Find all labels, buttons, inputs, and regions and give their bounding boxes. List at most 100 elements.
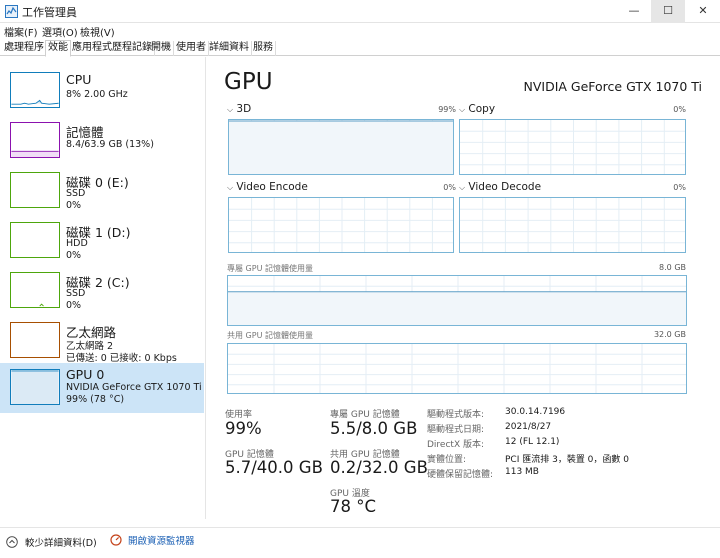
menu-options[interactable]: 選項(O) [42, 24, 78, 39]
physical-location-value: PCI 匯流排 3，裝置 0，函數 0 [505, 455, 629, 465]
sidebar-throughput: 已傳送: 0 已接收: 0 Kbps [66, 353, 177, 364]
dedicated-memory-plot [228, 276, 686, 325]
engine-graph-copy [459, 119, 686, 175]
tab-users[interactable]: 使用者 [174, 41, 209, 56]
window-title: 工作管理員 [22, 6, 77, 19]
hardware-reserved-memory-key: 硬體保留記憶體: [427, 470, 494, 480]
disk-thumbnail-graph [10, 222, 60, 258]
footer-bar: 較少詳細資料(D) 開啟資源監視器 [0, 527, 720, 558]
engine-selector-copy[interactable]: ⌵ Copy [459, 103, 495, 115]
sidebar-usage: 0% [66, 250, 82, 261]
maximize-button[interactable]: ☐ [651, 0, 685, 23]
sidebar-item-ethernet[interactable]: 乙太網路 乙太網路 2 已傳送: 0 已接收: 0 Kbps [0, 316, 204, 366]
dedicated-memory-label: 專屬 GPU 記憶體使用量 [227, 264, 313, 273]
gpu-memory-stat-value: 5.7/40.0 GB [225, 458, 323, 477]
engine-percent: 0% [673, 105, 686, 114]
sidebar-usage: 0% [66, 300, 82, 311]
open-resource-monitor-link[interactable]: 開啟資源監視器 [110, 533, 195, 547]
engine-graph-3d [228, 119, 454, 175]
gpu-thumbnail-graph [10, 369, 60, 405]
tab-startup[interactable]: 開機 [149, 41, 174, 56]
sidebar-item-memory[interactable]: 記憶體 8.4/63.9 GB (13%) [0, 116, 204, 166]
engine-percent: 99% [438, 105, 456, 114]
hardware-reserved-memory-value: 113 MB [505, 467, 539, 477]
usage-fill [228, 291, 686, 325]
menu-view[interactable]: 檢視(V) [80, 24, 115, 39]
task-manager-icon [5, 5, 18, 18]
chevron-down-icon: ⌵ [227, 105, 234, 114]
driver-date-value: 2021/8/27 [505, 422, 552, 432]
sidebar-subtitle: NVIDIA GeForce GTX 1070 Ti [66, 382, 202, 393]
engine-percent: 0% [443, 183, 456, 192]
shared-memory-graph [227, 343, 687, 394]
engine-name: Copy [468, 103, 496, 115]
dedicated-memory-graph [227, 275, 687, 326]
resource-monitor-icon [110, 534, 122, 546]
fewer-details-label: 較少詳細資料(D) [25, 538, 97, 549]
tab-app-history[interactable]: 應用程式歷程記錄 [70, 41, 155, 56]
sidebar-item-disk-0[interactable]: 磁碟 0 (E:) SSD 0% [0, 166, 204, 216]
resource-sidebar: CPU 8% 2.00 GHz 記憶體 8.4/63.9 GB (13%) 磁碟… [0, 57, 206, 519]
shared-memory-stat-value: 0.2/32.0 GB [330, 458, 428, 477]
sidebar-item-cpu[interactable]: CPU 8% 2.00 GHz [0, 66, 204, 116]
driver-version-value: 30.0.14.7196 [505, 407, 566, 417]
shared-memory-plot [228, 344, 686, 393]
sidebar-item-disk-2[interactable]: 磁碟 2 (C:) SSD 0% [0, 266, 204, 316]
memory-thumbnail-graph [10, 122, 60, 158]
engine-selector-3d[interactable]: ⌵ 3D [227, 103, 251, 115]
physical-location-key: 實體位置: [427, 455, 467, 465]
cpu-thumbnail-graph [10, 72, 60, 108]
directx-version-value: 12 (FL 12.1) [505, 437, 560, 447]
tab-services[interactable]: 服務 [251, 41, 276, 56]
disk-thumbnail-graph [10, 272, 60, 308]
fewer-details-toggle[interactable]: 較少詳細資料(D) [6, 535, 97, 549]
engine-selector-video-decode[interactable]: ⌵ Video Decode [459, 181, 541, 193]
usage-fill [229, 120, 453, 174]
sidebar-item-disk-1[interactable]: 磁碟 1 (D:) HDD 0% [0, 216, 204, 266]
shared-memory-label: 共用 GPU 記憶體使用量 [227, 331, 313, 340]
menu-file[interactable]: 檔案(F) [4, 24, 38, 39]
sidebar-subtitle: 8.4/63.9 GB (13%) [66, 139, 154, 150]
tab-processes[interactable]: 處理程序 [2, 41, 47, 56]
chevron-down-icon: ⌵ [459, 183, 466, 192]
sidebar-subtitle: SSD [66, 188, 86, 199]
sidebar-usage: 0% [66, 200, 82, 211]
engine-name: 3D [236, 103, 252, 115]
tab-performance[interactable]: 效能 [45, 40, 71, 57]
gpu-detail-panel: GPU NVIDIA GeForce GTX 1070 Ti ⌵ 3D 99% … [206, 57, 720, 519]
chevron-down-icon: ⌵ [227, 183, 234, 192]
open-resource-monitor-label: 開啟資源監視器 [128, 536, 195, 547]
driver-version-key: 驅動程式版本: [427, 410, 485, 420]
tab-bar: 處理程序 效能 應用程式歷程記錄 開機 使用者 詳細資料 服務 [0, 40, 720, 57]
ethernet-thumbnail-graph [10, 322, 60, 358]
utilization-value: 99% [225, 419, 262, 438]
engine-graph-plot [229, 198, 453, 252]
sidebar-usage: 99% (78 °C) [66, 394, 125, 405]
disk-thumbnail-graph [10, 172, 60, 208]
chevron-up-circle-icon [6, 536, 18, 548]
engine-graph-plot [460, 198, 685, 252]
gpu-model-name: NVIDIA GeForce GTX 1070 Ti [523, 79, 702, 94]
engine-name: Video Decode [468, 181, 542, 193]
sidebar-item-gpu-0[interactable]: GPU 0 NVIDIA GeForce GTX 1070 Ti 99% (78… [0, 363, 204, 413]
chevron-down-icon: ⌵ [459, 105, 466, 114]
dedicated-memory-max: 8.0 GB [659, 263, 686, 272]
sidebar-subtitle: 8% 2.00 GHz [66, 89, 128, 100]
engine-graph-plot [460, 120, 685, 174]
driver-date-key: 驅動程式日期: [427, 425, 485, 435]
engine-selector-video-encode[interactable]: ⌵ Video Encode [227, 181, 308, 193]
sidebar-subtitle: SSD [66, 288, 86, 299]
close-button[interactable]: ✕ [686, 0, 720, 23]
engine-graph-plot [229, 120, 453, 174]
engine-graph-video-encode [228, 197, 454, 253]
title-bar: 工作管理員 — ☐ ✕ [0, 0, 720, 23]
menu-bar: 檔案(F) 選項(O) 檢視(V) [0, 23, 720, 40]
engine-name: Video Encode [236, 181, 308, 193]
page-title: GPU [224, 69, 273, 95]
minimize-button[interactable]: — [617, 0, 651, 23]
dedicated-memory-stat-value: 5.5/8.0 GB [330, 419, 418, 438]
tab-details[interactable]: 詳細資料 [207, 41, 252, 56]
engine-graph-video-decode [459, 197, 686, 253]
gpu-temperature-value: 78 °C [330, 497, 377, 516]
sidebar-subtitle: HDD [66, 238, 88, 249]
